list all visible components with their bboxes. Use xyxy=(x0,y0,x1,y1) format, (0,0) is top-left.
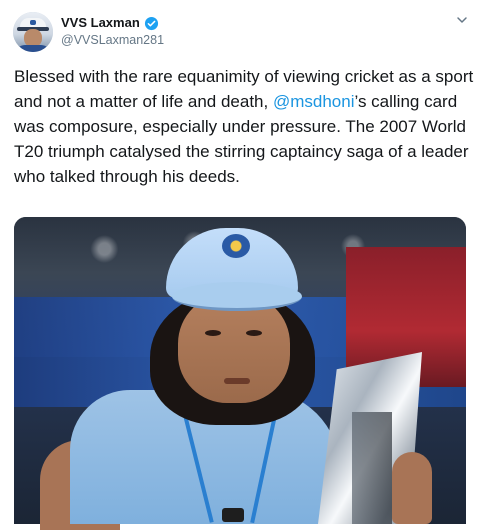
author-name-row[interactable]: VVS Laxman xyxy=(61,14,159,32)
mention-link[interactable]: @msdhoni xyxy=(273,92,355,111)
author-handle[interactable]: @VVSLaxman281 xyxy=(61,32,164,48)
tweet-text: Blessed with the rare equanimity of view… xyxy=(14,64,476,189)
verified-badge-icon xyxy=(144,16,158,30)
tweet-card: VVS Laxman @VVSLaxman281 Blessed with th… xyxy=(0,0,488,530)
author-avatar[interactable] xyxy=(13,12,53,52)
chevron-down-icon[interactable] xyxy=(454,12,470,28)
author-name[interactable]: VVS Laxman xyxy=(61,14,140,32)
